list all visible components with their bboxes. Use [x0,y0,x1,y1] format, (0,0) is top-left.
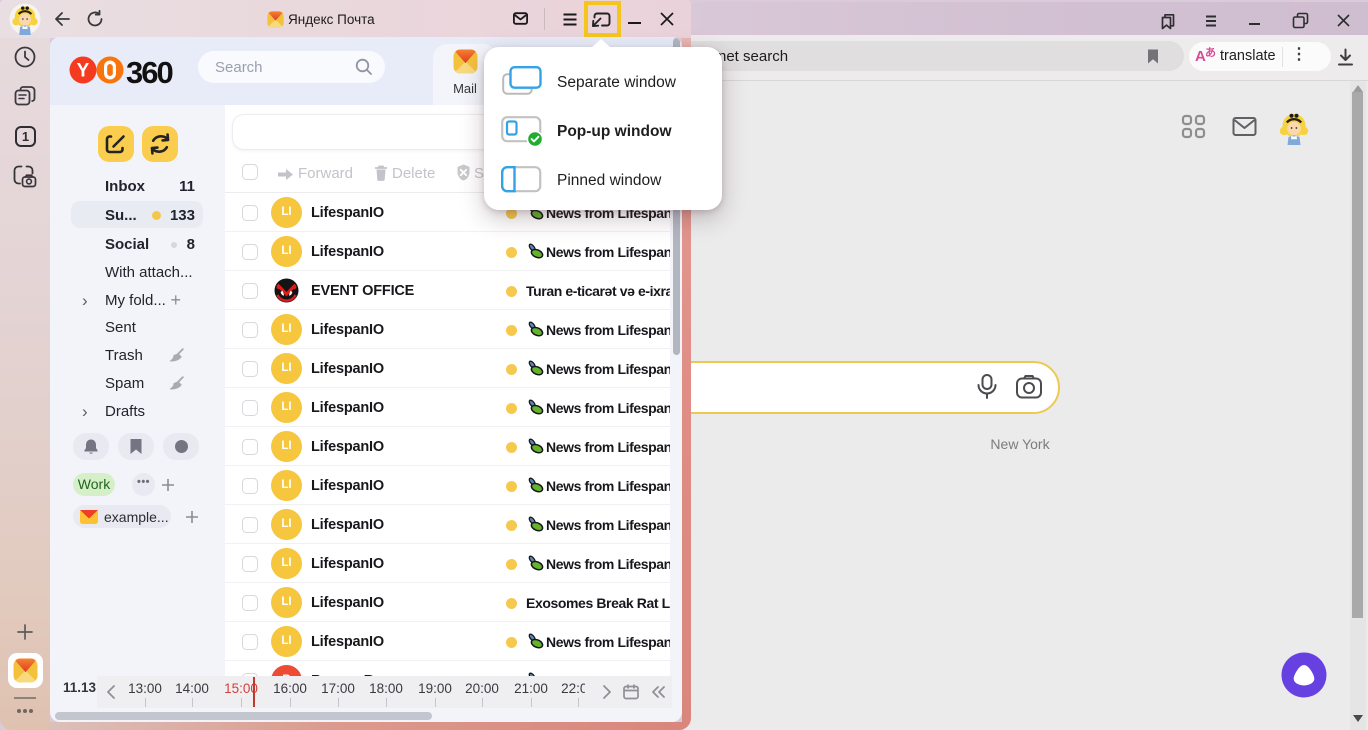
svg-text:Y: Y [77,61,90,82]
